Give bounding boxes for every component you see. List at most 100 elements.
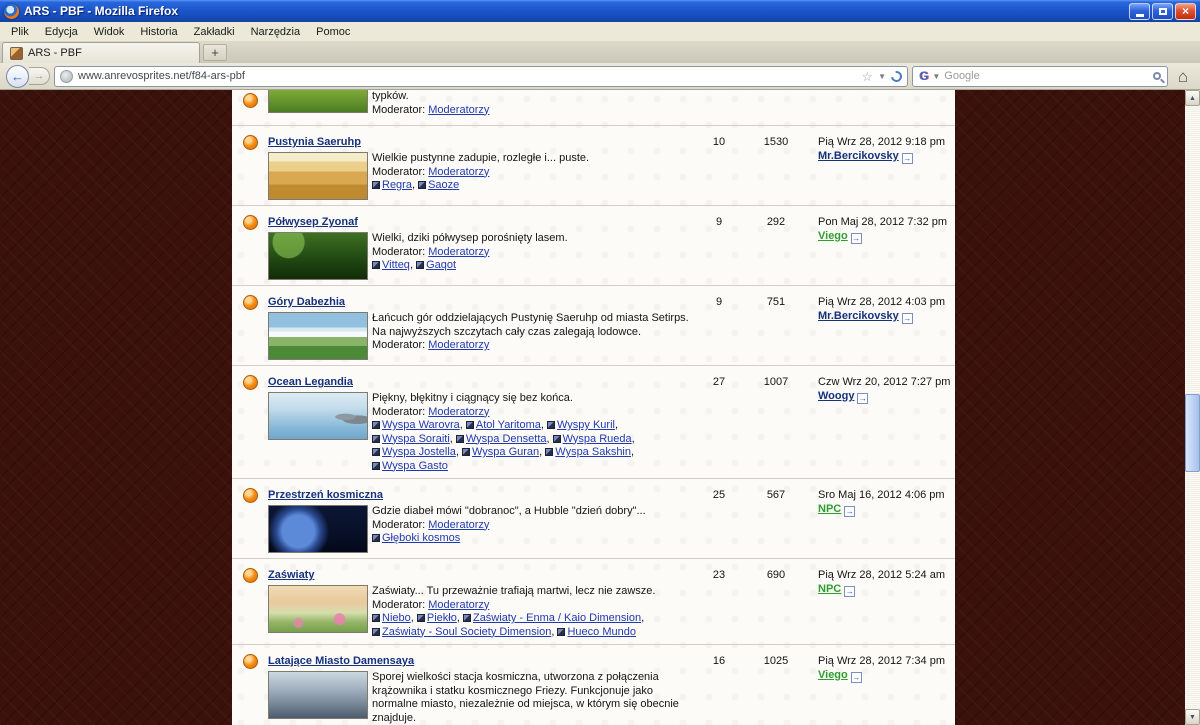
menu-zakladki[interactable]: Zakładki [186, 24, 243, 40]
last-post-author-link[interactable]: Woogy [818, 390, 854, 402]
minimize-button[interactable] [1129, 2, 1150, 20]
forum-title-link[interactable]: Latające Miasto Damensaya [268, 655, 414, 668]
moderator-link[interactable]: Moderatorzy [428, 104, 489, 116]
goto-last-post-icon[interactable] [901, 313, 913, 324]
google-logo-icon[interactable]: G [919, 69, 928, 83]
moderator-link[interactable]: Moderatorzy [428, 166, 489, 178]
subforum-link[interactable]: Vitteq [382, 259, 410, 271]
last-post-cell: Pon Maj 28, 2012 7:32 pm Viego [812, 212, 955, 280]
subforum-link[interactable]: Regra [382, 179, 412, 191]
posts-count [740, 90, 812, 117]
new-tab-button[interactable]: + [203, 44, 227, 61]
goto-last-post-icon[interactable] [844, 586, 856, 597]
last-post-cell: Pią Wrz 28, 2012 5:24 am NPC [812, 565, 955, 639]
menu-edycja[interactable]: Edycja [37, 24, 86, 40]
subforum-link[interactable]: Wyspa Densetta [466, 433, 547, 445]
back-button[interactable]: ← [6, 64, 29, 88]
menu-historia[interactable]: Historia [132, 24, 185, 40]
search-box[interactable]: G ▼ Google [912, 65, 1168, 87]
goto-last-post-icon[interactable] [844, 506, 856, 517]
forum-title-link[interactable]: Zaświaty [268, 569, 314, 582]
subforum-icon [372, 181, 380, 189]
url-text[interactable]: www.anrevosprites.net/f84-ars-pbf [78, 70, 856, 82]
forum-title-link[interactable]: Góry Dabezhia [268, 296, 345, 309]
forum-status-icon [242, 375, 258, 390]
subforum-link[interactable]: Wyspy Kuril [557, 419, 615, 431]
forum-title-link[interactable]: Przestrzeń kosmiczna [268, 489, 383, 502]
subforum-link[interactable]: Wyspa Warovra [382, 419, 460, 431]
search-input[interactable]: Google [944, 70, 1149, 82]
last-post-date: Czw Wrz 20, 2012 7:27 pm [818, 376, 951, 388]
bookmark-star-icon[interactable]: ☆ [861, 70, 873, 83]
close-button[interactable]: × [1175, 2, 1196, 20]
subforum-link[interactable]: Hueco Mundo [567, 626, 636, 638]
forum-moderator-line: Moderator: Moderatorzy [372, 406, 698, 420]
vertical-scrollbar[interactable]: ▲ ▼ [1185, 90, 1200, 725]
last-post-date: Pon Maj 28, 2012 7:32 pm [818, 216, 948, 228]
home-button[interactable]: ⌂ [1172, 68, 1194, 85]
tab-ars-pbf[interactable]: ARS - PBF [2, 42, 200, 63]
scroll-down-button[interactable]: ▼ [1185, 709, 1200, 725]
menu-plik[interactable]: Plik [3, 24, 37, 40]
scrollbar-track[interactable] [1185, 106, 1200, 709]
goto-last-post-icon[interactable] [857, 393, 869, 404]
last-post-author-link[interactable]: Mr.Bercikovsky [818, 310, 899, 322]
subforum-link[interactable]: Głęboki kosmos [382, 532, 460, 544]
last-post-author-link[interactable]: Viego [818, 669, 848, 681]
last-post-author-link[interactable]: NPC [818, 583, 841, 595]
moderator-link[interactable]: Moderatorzy [428, 519, 489, 531]
last-post-author-link[interactable]: Viego [818, 230, 848, 242]
subforum-link[interactable]: Niebo [382, 612, 411, 624]
reload-icon[interactable] [888, 68, 905, 84]
forum-title-link[interactable]: Pustynia Saeruhp [268, 136, 361, 149]
subforum-link[interactable]: Wyspa Jostella [382, 446, 456, 458]
subforum-link[interactable]: Zaświaty - Soul Society Dimension [382, 626, 551, 638]
subforum-link[interactable]: Wyspa Sakshin [555, 446, 631, 458]
subforum-icon [372, 461, 380, 470]
moderator-link[interactable]: Moderatorzy [428, 406, 489, 418]
subforum-link[interactable]: Wyspa Soraiti [382, 433, 450, 445]
subforum-icon [372, 421, 380, 429]
goto-last-post-icon[interactable] [901, 153, 913, 164]
subforum-item: Gaqot [416, 259, 456, 271]
history-dropdown-icon[interactable]: ▼ [878, 72, 886, 81]
subforum-link[interactable]: Gaqot [426, 259, 456, 271]
moderator-label: Moderator: [372, 165, 426, 178]
url-bar[interactable]: www.anrevosprites.net/f84-ars-pbf ☆ ▼ [54, 65, 908, 87]
moderator-link[interactable]: Moderatorzy [428, 339, 489, 351]
forum-thumbnail [268, 312, 368, 360]
search-magnifier-icon[interactable] [1153, 72, 1161, 80]
goto-last-post-icon[interactable] [850, 672, 862, 683]
moderator-label: Moderator: [372, 103, 426, 116]
subforum-link[interactable]: Wyspa Gasto [382, 460, 448, 472]
subforum-link[interactable]: Zaświaty - Enma / Kaio Dimension [473, 612, 641, 624]
last-post-author-link[interactable]: Mr.Bercikovsky [818, 150, 899, 162]
subforum-icon [552, 434, 561, 443]
subforum-link[interactable]: Piekło [427, 612, 457, 624]
forum-status-icon [242, 93, 258, 108]
subforum-link[interactable]: Wyspa Guran [472, 446, 539, 458]
restore-button[interactable] [1152, 2, 1173, 20]
last-post-cell: Czw Wrz 20, 2012 7:27 pm Woogy [812, 372, 955, 473]
scrollbar-thumb[interactable] [1185, 394, 1200, 472]
subforum-item: Wyspa Jostella [372, 446, 456, 458]
goto-last-post-icon[interactable] [850, 233, 862, 244]
menu-pomoc[interactable]: Pomoc [308, 24, 358, 40]
moderator-link[interactable]: Moderatorzy [428, 246, 489, 258]
forum-description: Zaświaty... Tu przeważnie trafiają martw… [372, 585, 656, 597]
subforum-link[interactable]: Wyspa Rueda [563, 433, 632, 445]
search-engine-dropdown-icon[interactable]: ▼ [932, 72, 940, 81]
subforum-link[interactable]: Atol Yaritoma [476, 419, 541, 431]
menu-narzedzia[interactable]: Narzędzia [243, 24, 309, 40]
menu-widok[interactable]: Widok [86, 24, 133, 40]
scroll-up-button[interactable]: ▲ [1185, 90, 1200, 106]
forum-moderator-line: Moderator: Moderatorzy [372, 166, 698, 180]
moderator-link[interactable]: Moderatorzy [428, 599, 489, 611]
forum-title-link[interactable]: Półwysep Zyonaf [268, 216, 358, 229]
last-post-author-link[interactable]: NPC [818, 503, 841, 515]
subforum-item: Wyspa Guran [462, 446, 539, 458]
subforum-link[interactable]: Saoze [428, 179, 459, 191]
forum-title-link[interactable]: Ocean Legandia [268, 376, 353, 389]
forward-button[interactable]: → [29, 67, 50, 85]
navigation-toolbar: ← → www.anrevosprites.net/f84-ars-pbf ☆ … [0, 63, 1200, 90]
